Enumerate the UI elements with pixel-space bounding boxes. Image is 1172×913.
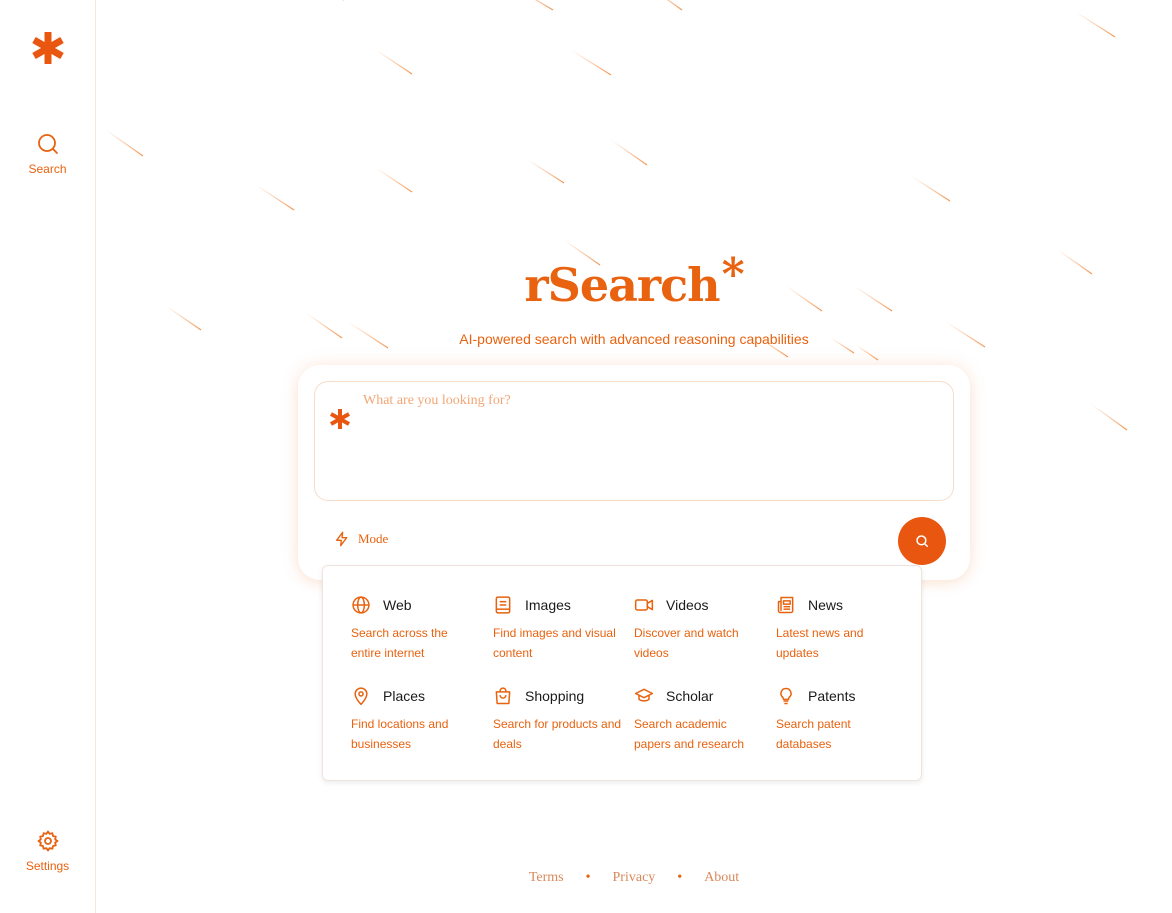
mode-option-title: Shopping [525, 688, 585, 704]
search-input[interactable]: What are you looking for? [314, 381, 954, 501]
lightbulb-icon [780, 687, 792, 705]
gear-icon [37, 830, 58, 852]
book-icon [495, 596, 511, 614]
mode-option-shopping[interactable]: Shopping Search for products and deals [493, 686, 623, 754]
sidebar-item-search[interactable]: Search [0, 132, 95, 176]
mode-option-desc: Search for products and deals [493, 717, 622, 751]
mode-option-patents[interactable]: Patents Search patent databases [776, 686, 906, 754]
video-icon [634, 599, 654, 611]
mode-option-scholar[interactable]: Scholar Search academic papers and resea… [634, 686, 764, 754]
tagline: AI-powered search with advanced reasonin… [459, 331, 809, 347]
footer-link-terms[interactable]: Terms [529, 870, 564, 885]
mode-option-title: Images [525, 597, 571, 613]
globe-icon [352, 596, 370, 614]
search-card: What are you looking for? Mode [298, 365, 970, 580]
mode-label: Mode [358, 531, 389, 546]
mode-option-title: News [808, 597, 844, 613]
submit-search-button[interactable] [898, 517, 946, 565]
brand-title: rSearch* [96, 249, 1172, 312]
footer-link-privacy[interactable]: Privacy [613, 870, 656, 885]
asterisk-icon [330, 409, 350, 429]
mode-option-desc: Find images and visual content [493, 626, 616, 660]
sidebar-item-label: Settings [25, 859, 70, 873]
footer-separator: • [585, 870, 591, 885]
sidebar: Search Settings [0, 0, 96, 913]
footer: Terms • Privacy • About [96, 870, 1172, 886]
mode-option-news[interactable]: News Latest news and updates [776, 595, 906, 663]
search-placeholder: What are you looking for? [363, 393, 511, 408]
mode-option-title: Videos [666, 597, 709, 613]
mode-option-desc: Find locations and businesses [351, 717, 449, 751]
main-content: rSearch* AI-powered search with advanced… [96, 0, 1172, 913]
map-pin-icon [354, 687, 368, 706]
mode-option-images[interactable]: Images Find images and visual content [493, 595, 623, 663]
search-icon [916, 535, 929, 548]
newspaper-icon [777, 596, 794, 614]
mode-option-videos[interactable]: Videos Discover and watch videos [634, 595, 764, 663]
mode-option-desc: Search across the entire internet [351, 626, 448, 660]
mode-option-title: Web [383, 597, 412, 613]
brand-asterisk: * [721, 249, 745, 300]
mode-option-title: Places [383, 688, 426, 704]
mode-button[interactable]: Mode [334, 531, 388, 547]
mode-option-title: Scholar [666, 688, 714, 704]
mode-option-web[interactable]: Web Search across the entire internet [351, 595, 481, 663]
sidebar-item-label: Search [28, 162, 67, 176]
sidebar-item-settings[interactable]: Settings [0, 829, 95, 873]
mode-option-desc: Discover and watch videos [634, 626, 739, 660]
mode-option-desc: Search academic papers and research [634, 717, 745, 751]
search-icon [37, 134, 58, 154]
asterisk-logo[interactable] [30, 30, 66, 66]
graduation-cap-icon [634, 688, 654, 702]
mode-option-title: Patents [808, 688, 856, 704]
mode-option-desc: Search patent databases [776, 717, 851, 751]
mode-option-desc: Latest news and updates [776, 626, 864, 660]
footer-link-about[interactable]: About [704, 870, 739, 885]
mode-option-places[interactable]: Places Find locations and businesses [351, 686, 481, 754]
mode-dropdown: Web Search across the entire internet Im… [322, 565, 922, 781]
footer-separator: • [677, 870, 683, 885]
shopping-bag-icon [495, 687, 511, 705]
lightning-icon [336, 531, 348, 547]
brand-name: rSearch [524, 258, 720, 312]
